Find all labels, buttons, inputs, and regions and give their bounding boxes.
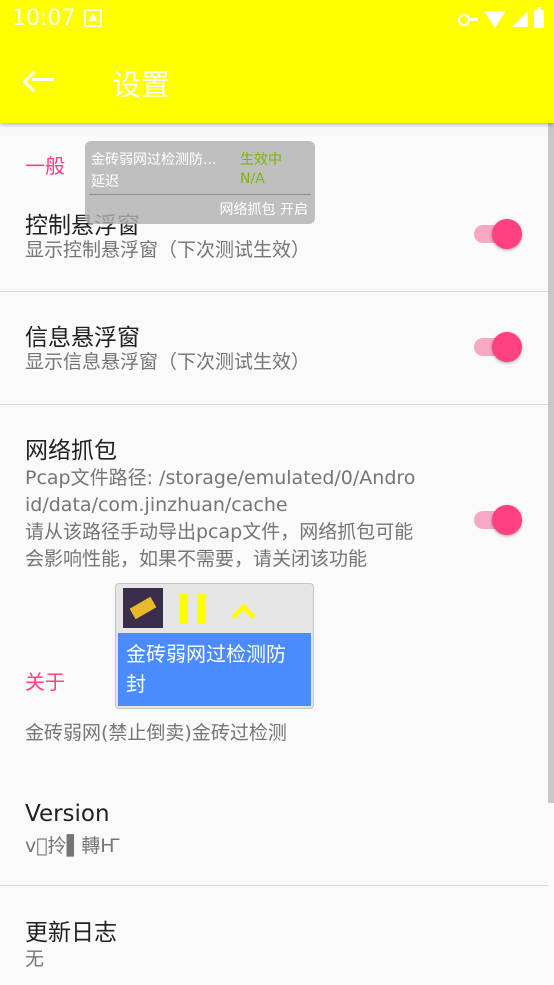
- pref-version[interactable]: Version v 拎▌轉Ҥ: [0, 775, 548, 885]
- signal-icon: [512, 11, 528, 27]
- pref-title: 信息悬浮窗: [25, 325, 140, 351]
- pref-title: 更新日志: [25, 920, 117, 946]
- network-capture-switch[interactable]: [472, 502, 524, 538]
- float-divider: [89, 194, 311, 195]
- pref-summary: Pcap文件路径: /storage/emulated/0/Android/da…: [25, 467, 416, 570]
- float-footer: 网络抓包 开启: [219, 202, 308, 218]
- app-icon[interactable]: [123, 588, 163, 628]
- vpn-key-icon: [458, 14, 478, 26]
- float-delay-label: 延迟: [91, 174, 119, 190]
- control-float-switch[interactable]: [472, 216, 524, 252]
- float-app-name: 金砖弱网过检测防...: [91, 152, 217, 168]
- pref-summary: 无: [25, 948, 45, 970]
- pref-title: 网络抓包: [25, 438, 117, 464]
- back-arrow-icon[interactable]: [22, 62, 62, 98]
- status-time: 10:07: [12, 6, 76, 31]
- battery-icon: [534, 7, 544, 28]
- about-text: 金砖弱网(禁止倒卖)金砖过检测: [25, 722, 287, 744]
- chevron-up-icon[interactable]: [229, 598, 255, 624]
- app-bar: 10:07 设置: [0, 0, 554, 123]
- section-header-general: 一般: [25, 154, 65, 178]
- section-header-about: 关于: [25, 670, 65, 694]
- pref-changelog[interactable]: 更新日志 无: [0, 886, 548, 985]
- float-delay-value: N/A: [240, 171, 265, 187]
- float-status: 生效中: [240, 152, 282, 168]
- info-float-switch[interactable]: [472, 329, 524, 365]
- float-banner[interactable]: 金砖弱网过检测防封: [118, 633, 311, 706]
- pref-summary: v 拎▌轉Ҥ: [25, 835, 120, 857]
- page-title: 设置: [112, 68, 171, 102]
- pref-summary: 显示信息悬浮窗（下次测试生效）: [25, 351, 311, 373]
- pref-about-text[interactable]: 金砖弱网(禁止倒卖)金砖过检测: [0, 700, 548, 770]
- status-bar: 10:07: [0, 0, 554, 38]
- pause-icon[interactable]: [180, 594, 206, 624]
- scrollbar[interactable]: [548, 123, 554, 803]
- control-floating-window[interactable]: 金砖弱网过检测防封: [115, 583, 314, 709]
- pref-summary: 显示控制悬浮窗（下次测试生效）: [25, 239, 311, 261]
- wifi-icon: [484, 10, 506, 28]
- notification-icon: [84, 9, 102, 27]
- status-icons: [458, 7, 544, 30]
- pref-title: Version: [25, 801, 110, 827]
- pref-info-float[interactable]: 信息悬浮窗 显示信息悬浮窗（下次测试生效）: [0, 292, 548, 404]
- info-floating-window[interactable]: 金砖弱网过检测防... 生效中 延迟 N/A 网络抓包 开启: [85, 141, 315, 224]
